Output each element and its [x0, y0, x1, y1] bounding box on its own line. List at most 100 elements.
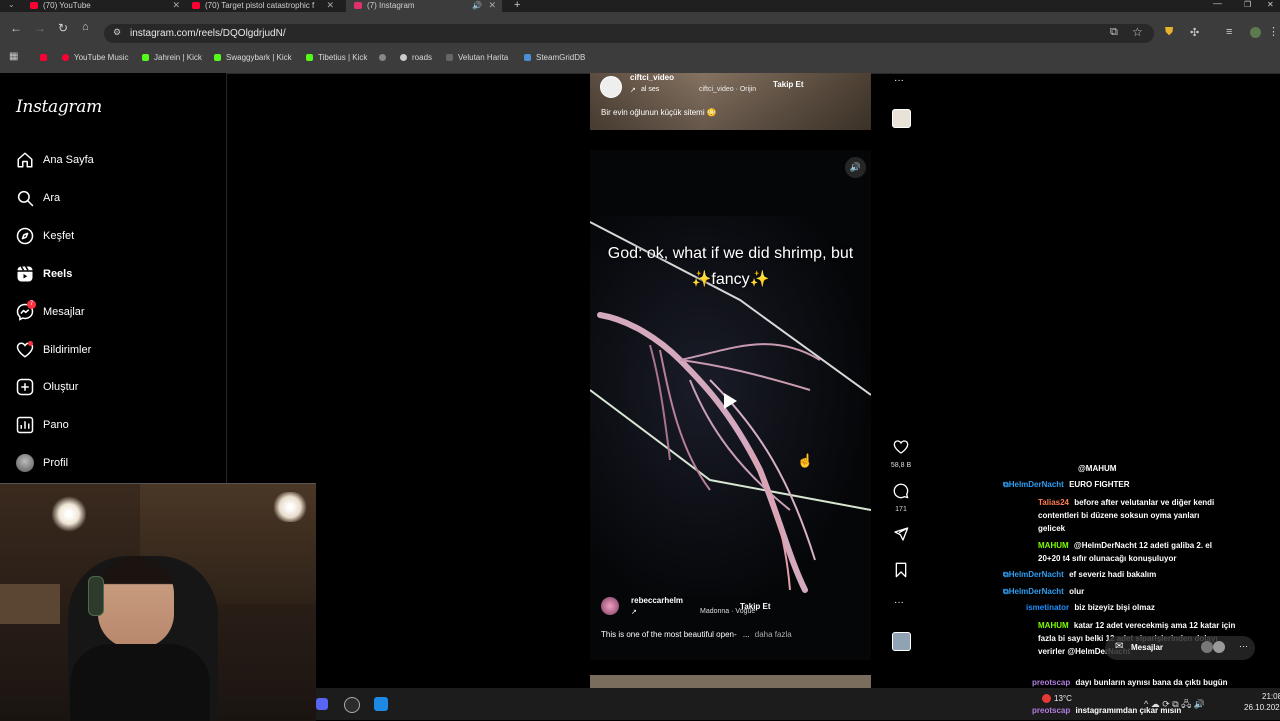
save-button[interactable]: [890, 562, 912, 583]
bookmark-roads[interactable]: roads: [400, 53, 432, 62]
mute-toggle-icon[interactable]: 🔊: [845, 157, 866, 178]
weather-icon[interactable]: [1042, 694, 1051, 703]
close-window-icon[interactable]: ✕: [1267, 0, 1274, 9]
back-icon[interactable]: ←: [10, 21, 22, 35]
chat-text: EURO FIGHTER: [1069, 480, 1130, 489]
chat-text: biz bizeyiz bişi olmaz: [1074, 603, 1155, 612]
tab-youtube[interactable]: (70) YouTube ✕: [30, 0, 180, 12]
temperature[interactable]: 13°C: [1054, 694, 1072, 703]
streamer-face: [98, 556, 174, 648]
bookmark-steamgriddb[interactable]: SteamGridDB: [524, 53, 585, 62]
url-text[interactable]: instagram.com/reels/DQOlgdrjudN/: [130, 28, 286, 39]
profile-avatar-icon[interactable]: [1250, 27, 1261, 38]
close-tab-icon[interactable]: ✕: [326, 0, 334, 11]
audio-playing-icon[interactable]: 🔊: [472, 0, 482, 11]
discord-icon[interactable]: [316, 698, 328, 710]
bookmark-youtube-music[interactable]: YouTube Music: [62, 53, 129, 62]
sidebar-item-label: Bildirimler: [43, 344, 92, 356]
close-tab-icon[interactable]: ✕: [172, 0, 180, 11]
reel-audio-credit[interactable]: ciftci_video · Orijin: [699, 86, 756, 93]
avatar[interactable]: [601, 597, 619, 615]
bookmark-jahrein-kick[interactable]: Jahrein | Kick: [142, 53, 202, 62]
reels-icon: [17, 266, 33, 282]
chat-message: ⧉HelmDerNacht olur: [1003, 586, 1263, 598]
bookmark-tibetius-kick[interactable]: Tibetius | Kick: [306, 53, 367, 62]
new-tab-button[interactable]: +: [514, 0, 520, 11]
caption-text: This is one of the most beautiful open-: [601, 630, 737, 639]
chat-username: ismetinator: [1026, 603, 1070, 612]
reel-audio[interactable]: al ses: [641, 86, 659, 93]
avatar: [1213, 641, 1225, 653]
more-options-icon[interactable]: ···: [1239, 641, 1248, 651]
bookmark-globe[interactable]: [379, 53, 391, 62]
reel-username[interactable]: ciftci_video: [630, 73, 674, 82]
compass-icon: [16, 227, 34, 245]
follow-button[interactable]: Takip Et: [740, 602, 771, 611]
tab-search-icon[interactable]: ⌄: [8, 0, 15, 9]
caption-ellipsis: ...: [742, 630, 750, 639]
chart-icon: [16, 416, 34, 434]
reel-video-next[interactable]: [590, 675, 871, 688]
extensions-icon[interactable]: ✣: [1190, 26, 1199, 39]
reel-video-previous[interactable]: ciftci_video ↗ al ses ciftci_video · Ori…: [590, 73, 871, 130]
apps-grid-icon[interactable]: ▦: [9, 51, 18, 62]
like-button[interactable]: 58,8 B: [890, 439, 912, 469]
comment-icon: [893, 483, 909, 499]
tab-title: (70) YouTube: [43, 1, 91, 10]
follow-button[interactable]: Takip Et: [773, 80, 804, 89]
share-button[interactable]: [890, 526, 912, 547]
lamp-light: [272, 492, 308, 522]
send-icon: [894, 527, 909, 541]
chat-text: instagramımdan çıkar mısın: [1075, 706, 1182, 715]
chat-message: ⧉HelmDerNacht EURO FIGHTER: [1003, 479, 1263, 491]
messenger-icon: ✉: [1115, 641, 1124, 652]
kick-icon: [214, 54, 221, 61]
streamer-body: [70, 644, 210, 721]
steamgriddb-icon: [524, 54, 531, 61]
reload-icon[interactable]: ↻: [58, 21, 68, 35]
more-options-icon[interactable]: ···: [894, 597, 904, 608]
bookmark-youtube[interactable]: [40, 53, 52, 62]
clock-time[interactable]: 21:08: [1262, 692, 1280, 701]
desk-items: [0, 584, 60, 624]
home-icon[interactable]: ⌂: [82, 21, 89, 33]
reel-caption: Bir evin oğlunun küçük sitemi 😳: [601, 108, 717, 117]
audio-thumbnail-icon[interactable]: [892, 109, 911, 128]
play-icon[interactable]: [724, 393, 737, 409]
youtube-music-icon: [62, 54, 69, 61]
minimize-icon[interactable]: —: [1213, 0, 1222, 8]
tab-instagram[interactable]: (7) Instagram 🔊 ✕: [346, 0, 502, 12]
bookmark-swaggybark-kick[interactable]: Swaggybark | Kick: [214, 53, 292, 62]
kick-icon: [306, 54, 313, 61]
forward-icon[interactable]: →: [34, 21, 46, 35]
comment-button[interactable]: 171: [890, 483, 912, 513]
tab-youtube-2[interactable]: (70) Target pistol catastrophic f ✕: [192, 0, 334, 12]
avatar[interactable]: [600, 76, 622, 98]
install-app-icon[interactable]: ⧉: [1110, 26, 1118, 39]
tab-title: (7) Instagram: [367, 1, 415, 10]
messages-popup[interactable]: ✉ Mesajlar ···: [1105, 636, 1255, 660]
media-control-icon[interactable]: ≡: [1226, 26, 1232, 38]
more-options-icon[interactable]: ···: [894, 75, 904, 86]
map-icon: [446, 54, 453, 61]
bookmark-velutan-harita[interactable]: Velutan Harita: [446, 53, 508, 62]
app-icon[interactable]: [374, 697, 388, 711]
sidebar-item-label: Reels: [43, 268, 73, 280]
youtube-icon: [192, 2, 200, 9]
headset: [88, 576, 104, 616]
reel-username[interactable]: rebeccarhelm: [631, 596, 683, 605]
webcam-overlay: [0, 483, 316, 721]
close-tab-icon[interactable]: ✕: [488, 0, 496, 11]
sidebar-item-label: Pano: [43, 419, 69, 431]
menu-icon[interactable]: ⋮: [1268, 25, 1279, 38]
see-more-link[interactable]: daha fazla: [755, 630, 792, 639]
site-info-icon[interactable]: ⚙: [113, 27, 121, 38]
restore-icon[interactable]: ❐: [1244, 0, 1251, 9]
extension-shield-icon[interactable]: ⛊: [1165, 26, 1173, 39]
audio-thumbnail-icon[interactable]: [892, 632, 911, 651]
reel-video[interactable]: God: ok, what if we did shrimp, but ✨fan…: [590, 150, 871, 660]
notification-dot: [28, 341, 33, 346]
obs-icon[interactable]: [344, 697, 360, 713]
bookmark-star-icon[interactable]: ☆: [1132, 25, 1143, 39]
instagram-logo[interactable]: Instagram: [16, 97, 102, 117]
